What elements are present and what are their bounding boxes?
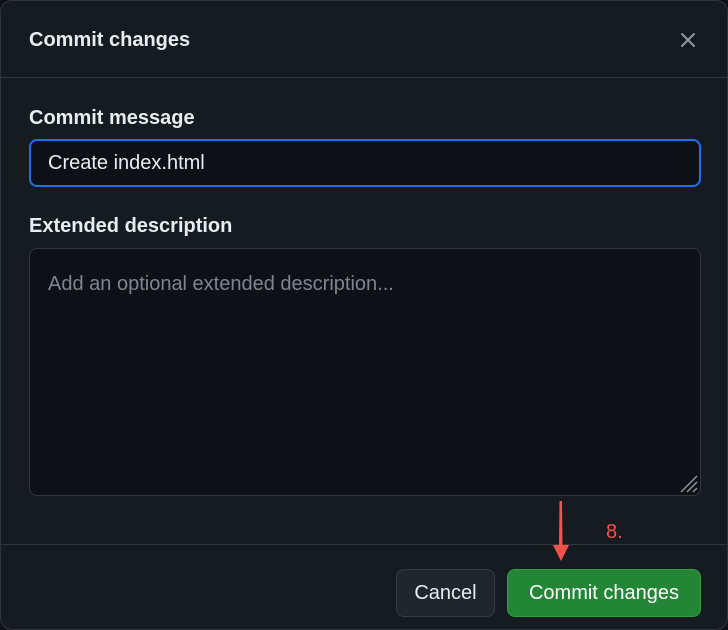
dialog-title: Commit changes (29, 29, 191, 51)
down-arrow-icon (553, 501, 569, 561)
cancel-button[interactable]: Cancel (396, 569, 495, 617)
commit-dialog: Commit changes Commit message Extended d… (0, 0, 728, 630)
step-number-label: 8. (606, 521, 623, 543)
extended-description-textarea[interactable] (29, 248, 701, 496)
close-icon (681, 33, 695, 47)
dialog-header: Commit changes (1, 1, 727, 78)
close-button[interactable] (671, 23, 705, 57)
commit-message-input[interactable] (29, 139, 701, 187)
resize-grip-icon[interactable] (677, 472, 699, 494)
commit-changes-button[interactable]: Commit changes (507, 569, 701, 617)
extended-description-label: Extended description (29, 215, 233, 237)
commit-message-label: Commit message (29, 107, 195, 129)
